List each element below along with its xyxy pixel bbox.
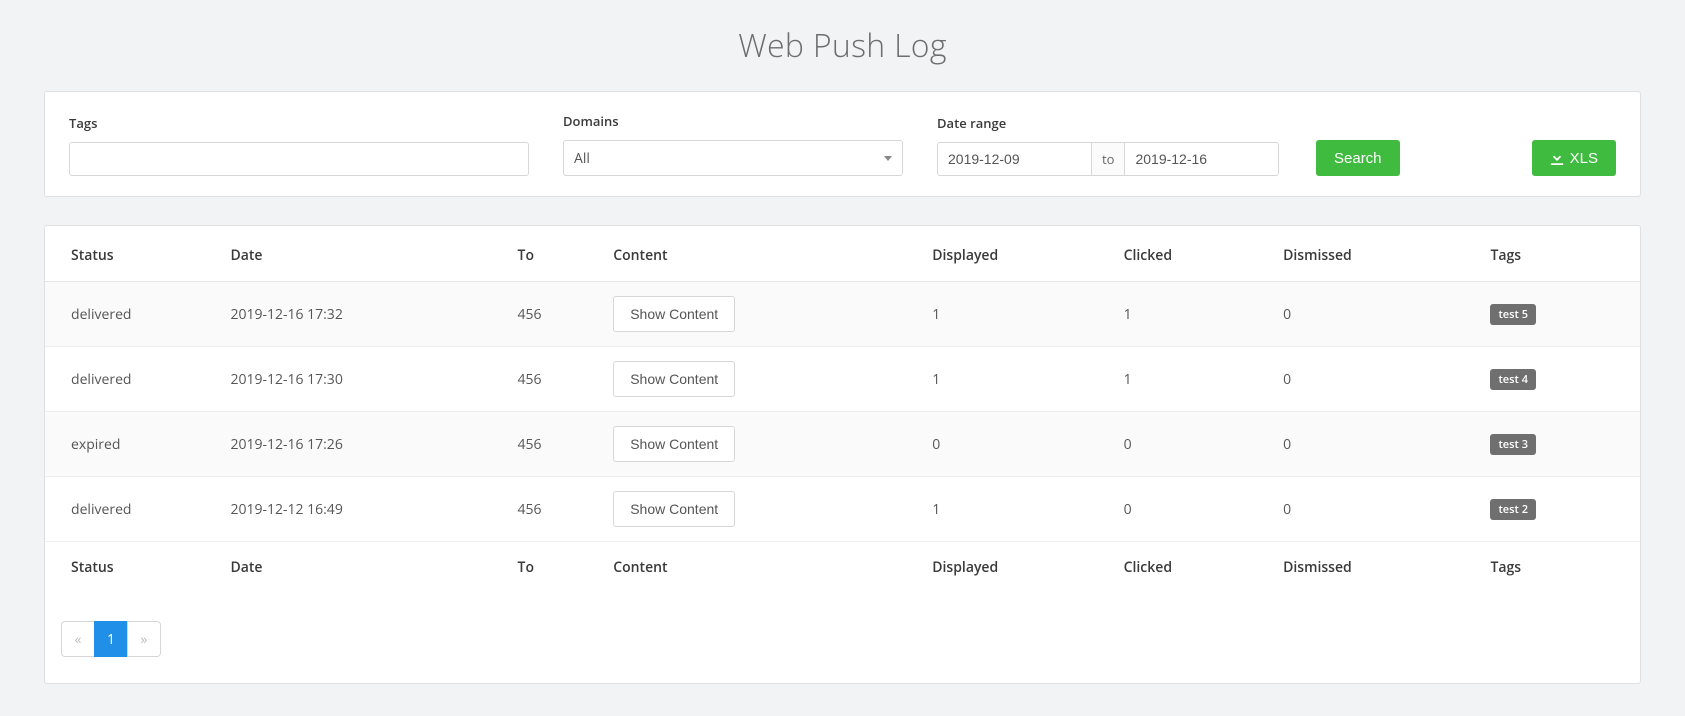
tf-date: Date [220,542,507,592]
cell-content: Show Content [603,477,922,542]
filter-domains: Domains All [563,112,903,176]
page-title: Web Push Log [44,24,1641,67]
search-button[interactable]: Search [1316,140,1400,176]
cell-tags: test 3 [1480,412,1640,477]
download-icon [1550,151,1564,165]
cell-status: delivered [45,347,220,412]
tags-label: Tags [69,114,529,132]
cell-displayed: 1 [922,477,1113,542]
tf-clicked: Clicked [1114,542,1274,592]
cell-status: delivered [45,477,220,542]
cell-dismissed: 0 [1273,477,1480,542]
cell-status: delivered [45,282,220,347]
th-to: To [508,226,604,282]
cell-date: 2019-12-16 17:32 [220,282,507,347]
table-row: expired2019-12-16 17:26456Show Content00… [45,412,1640,477]
filter-panel: Tags Domains All Date range to Se [44,91,1641,197]
page-1[interactable]: 1 [94,621,128,657]
cell-status: expired [45,412,220,477]
daterange-label: Date range [937,114,1282,132]
log-table-panel: Status Date To Content Displayed Clicked… [44,225,1641,684]
cell-displayed: 1 [922,282,1113,347]
tag-badge: test 4 [1490,369,1536,390]
th-date: Date [220,226,507,282]
cell-clicked: 0 [1114,477,1274,542]
show-content-button[interactable]: Show Content [613,361,735,397]
filter-daterange: Date range to [937,114,1282,176]
date-from-input[interactable] [937,142,1092,176]
cell-displayed: 1 [922,347,1113,412]
tf-dismissed: Dismissed [1273,542,1480,592]
tf-status: Status [45,542,220,592]
show-content-button[interactable]: Show Content [613,296,735,332]
cell-date: 2019-12-16 17:30 [220,347,507,412]
tag-badge: test 5 [1490,304,1536,325]
cell-dismissed: 0 [1273,347,1480,412]
th-clicked: Clicked [1114,226,1274,282]
daterange-to-label: to [1092,142,1124,176]
tf-displayed: Displayed [922,542,1113,592]
tf-tags: Tags [1480,542,1640,592]
cell-clicked: 1 [1114,347,1274,412]
chevron-down-icon [884,156,892,161]
search-button-label: Search [1334,150,1382,167]
cell-date: 2019-12-12 16:49 [220,477,507,542]
cell-date: 2019-12-16 17:26 [220,412,507,477]
cell-to: 456 [508,412,604,477]
show-content-button[interactable]: Show Content [613,426,735,462]
show-content-button[interactable]: Show Content [613,491,735,527]
cell-dismissed: 0 [1273,412,1480,477]
page-next[interactable]: » [127,621,161,657]
th-content: Content [603,226,922,282]
xls-button[interactable]: XLS [1532,140,1616,176]
cell-content: Show Content [603,347,922,412]
tag-badge: test 2 [1490,499,1536,520]
th-displayed: Displayed [922,226,1113,282]
pagination: « 1 » [61,621,1640,657]
cell-displayed: 0 [922,412,1113,477]
th-dismissed: Dismissed [1273,226,1480,282]
cell-dismissed: 0 [1273,282,1480,347]
cell-tags: test 5 [1480,282,1640,347]
xls-button-label: XLS [1570,150,1598,167]
cell-content: Show Content [603,412,922,477]
log-table: Status Date To Content Displayed Clicked… [45,226,1640,591]
date-to-input[interactable] [1124,142,1279,176]
cell-tags: test 4 [1480,347,1640,412]
cell-to: 456 [508,347,604,412]
domains-label: Domains [563,112,903,130]
cell-clicked: 0 [1114,412,1274,477]
table-row: delivered2019-12-16 17:32456Show Content… [45,282,1640,347]
cell-content: Show Content [603,282,922,347]
tag-badge: test 3 [1490,434,1536,455]
th-status: Status [45,226,220,282]
tf-to: To [508,542,604,592]
th-tags: Tags [1480,226,1640,282]
page-prev[interactable]: « [61,621,95,657]
domains-selected-value: All [574,149,590,168]
cell-tags: test 2 [1480,477,1640,542]
tags-input[interactable] [69,142,529,176]
cell-to: 456 [508,477,604,542]
filter-tags: Tags [69,114,529,176]
cell-to: 456 [508,282,604,347]
cell-clicked: 1 [1114,282,1274,347]
table-row: delivered2019-12-12 16:49456Show Content… [45,477,1640,542]
tf-content: Content [603,542,922,592]
domains-select[interactable]: All [563,140,903,176]
table-row: delivered2019-12-16 17:30456Show Content… [45,347,1640,412]
